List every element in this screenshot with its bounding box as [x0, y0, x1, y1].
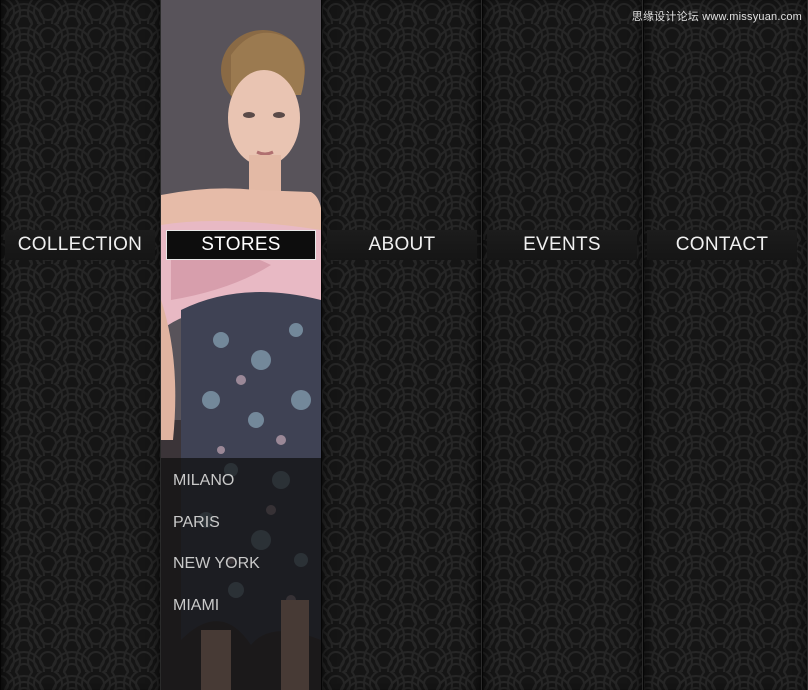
submenu-item-paris[interactable]: PARIS [173, 514, 220, 532]
nav-item-events[interactable]: EVENTS [487, 230, 637, 260]
column-events [482, 0, 643, 690]
nav-item-contact[interactable]: CONTACT [647, 230, 797, 260]
stores-submenu: MILANO PARIS NEW YORK MIAMI [161, 458, 321, 690]
nav-item-collection[interactable]: COLLECTION [5, 230, 155, 260]
column-about [321, 0, 482, 690]
watermark-text: 思缘设计论坛 www.missyuan.com [631, 11, 802, 23]
nav-item-about[interactable]: ABOUT [327, 230, 477, 260]
submenu-item-new-york[interactable]: NEW YORK [173, 555, 260, 573]
submenu-item-miami[interactable]: MIAMI [173, 597, 219, 615]
column-collection [0, 0, 161, 690]
submenu-item-milano[interactable]: MILANO [173, 472, 234, 490]
nav-item-stores[interactable]: STORES [166, 230, 316, 260]
column-contact [643, 0, 808, 690]
